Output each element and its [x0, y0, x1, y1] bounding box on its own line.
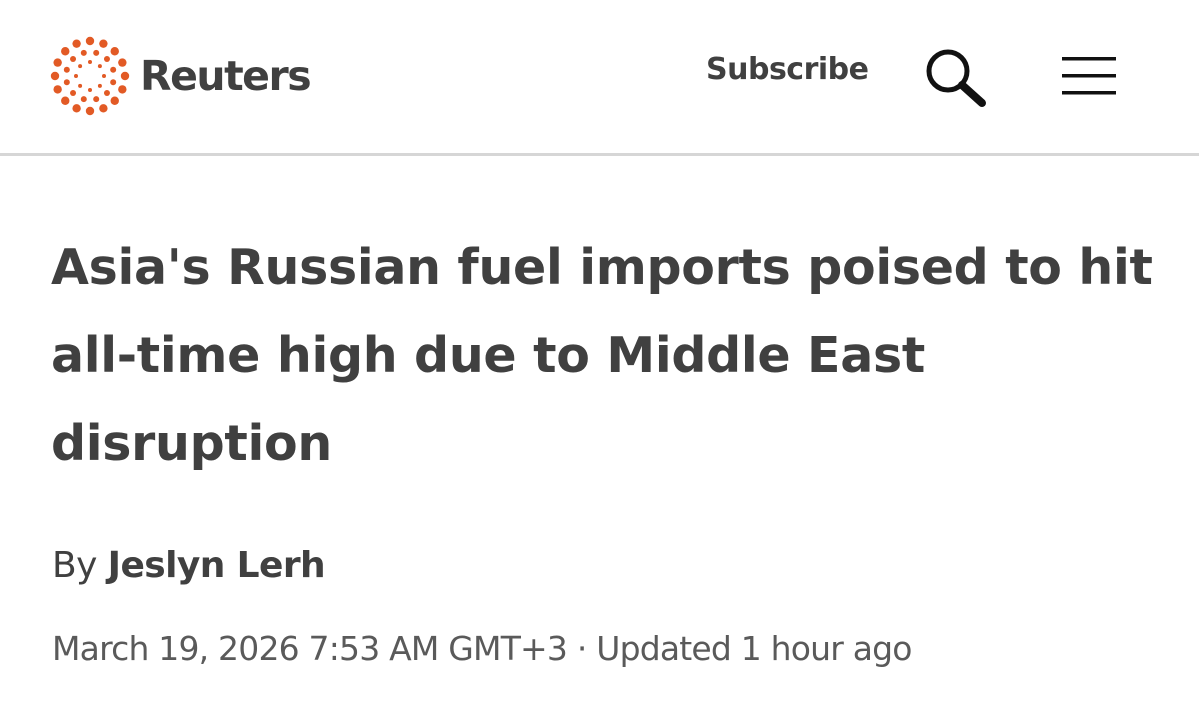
dateline: March 19, 2026 7:53 AM GMT+3 · Updated 1…	[52, 629, 913, 668]
logo-dot	[102, 74, 106, 78]
logo-dot	[72, 39, 81, 48]
reuters-logo-icon	[50, 36, 130, 116]
logo-dot	[74, 74, 78, 78]
separator-dot: ·	[576, 629, 587, 668]
logo-dot	[78, 64, 83, 69]
logo-dot	[72, 104, 81, 113]
published-timestamp: March 19, 2026 7:53 AM GMT+3	[52, 629, 568, 668]
logo-dot	[118, 58, 127, 67]
author-link[interactable]: Jeslyn Lerh	[108, 545, 326, 586]
updated-timestamp: Updated 1 hour ago	[596, 629, 912, 668]
logo-dot	[53, 85, 62, 94]
logo-dot	[110, 47, 119, 56]
logo-dot	[99, 39, 108, 48]
byline: By Jeslyn Lerh	[52, 545, 326, 586]
article-headline: Asia's Russian fuel imports poised to hi…	[51, 239, 1153, 472]
logo-dot	[88, 60, 92, 64]
logo-dot	[61, 96, 70, 105]
logo-dot	[70, 89, 77, 96]
logo-dot	[110, 66, 117, 73]
logo-dot	[88, 88, 92, 92]
logo-dot	[63, 79, 70, 86]
logo-dot	[93, 49, 100, 56]
brand-wordmark: Reuters	[140, 51, 312, 100]
logo-dot	[93, 96, 100, 103]
logo-dot	[80, 49, 87, 56]
byline-prefix: By	[52, 545, 97, 586]
logo-dot	[103, 56, 110, 63]
subscribe-button[interactable]: Subscribe	[706, 55, 869, 85]
logo-dot	[110, 79, 117, 86]
search-button[interactable]	[922, 45, 988, 107]
logo-dot	[99, 104, 108, 113]
logo-dot	[78, 83, 83, 88]
logo-dot	[80, 96, 87, 103]
logo-dot	[120, 71, 130, 81]
logo-dot	[61, 47, 70, 56]
logo-dot	[85, 106, 95, 116]
logo-dot	[85, 36, 95, 46]
reuters-logo[interactable]: Reuters	[50, 36, 312, 116]
logo-dot	[97, 64, 102, 69]
logo-dot	[110, 96, 119, 105]
logo-dot	[50, 71, 60, 81]
search-icon	[926, 49, 986, 107]
logo-dot	[118, 85, 127, 94]
logo-dot	[63, 66, 70, 73]
logo-dot	[70, 56, 77, 63]
hamburger-menu-icon	[1062, 57, 1116, 95]
logo-dot	[53, 58, 62, 67]
logo-dot	[103, 89, 110, 96]
logo-dot	[97, 83, 102, 88]
site-header: Reuters Subscribe	[0, 0, 1199, 156]
menu-button[interactable]	[1060, 55, 1118, 97]
